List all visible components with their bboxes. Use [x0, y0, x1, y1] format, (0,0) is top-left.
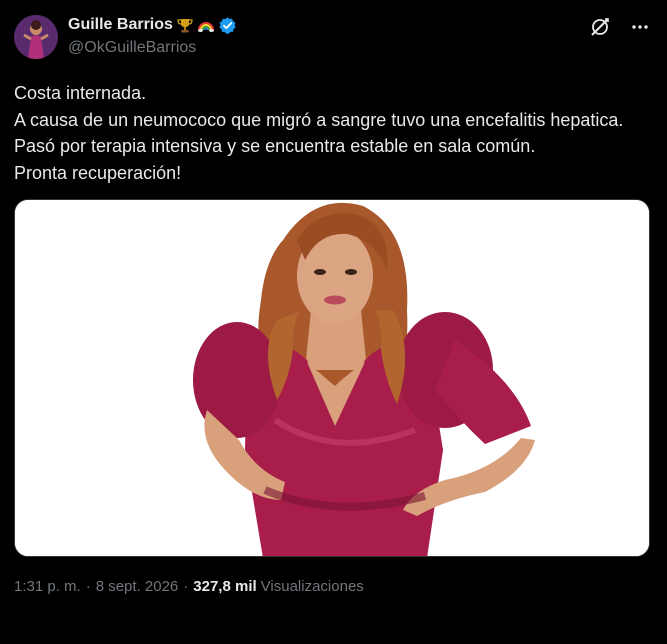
tweet-meta: 1:31 p. m. · 8 sept. 2026 · 327,8 mil Vi… [14, 578, 651, 595]
rainbow-icon [197, 16, 215, 34]
views-label: Visualizaciones [260, 578, 364, 595]
grok-icon[interactable] [589, 16, 611, 38]
views-count: 327,8 mil [193, 578, 257, 595]
tweet-card: Guille Barrios @OkGuilleBarrios Costa in… [0, 0, 667, 644]
tweet-header: Guille Barrios @OkGuilleBarrios [14, 12, 651, 64]
user-info: Guille Barrios @OkGuilleBarrios [68, 14, 589, 57]
name-row: Guille Barrios [68, 14, 589, 36]
separator: · [183, 578, 189, 595]
display-name[interactable]: Guille Barrios [68, 16, 173, 34]
tweet-photo[interactable] [14, 199, 650, 557]
tweet-date[interactable]: 8 sept. 2026 [96, 578, 179, 595]
tweet-time[interactable]: 1:31 p. m. [14, 578, 81, 595]
tweet-text: Costa internada. A causa de un neumococo… [14, 83, 624, 183]
separator: · [85, 578, 91, 595]
more-icon[interactable] [629, 16, 651, 38]
user-handle[interactable]: @OkGuilleBarrios [68, 39, 589, 57]
verified-badge-icon[interactable] [218, 16, 237, 35]
avatar[interactable] [14, 15, 58, 59]
trophy-icon [176, 16, 194, 34]
header-actions [589, 16, 651, 38]
